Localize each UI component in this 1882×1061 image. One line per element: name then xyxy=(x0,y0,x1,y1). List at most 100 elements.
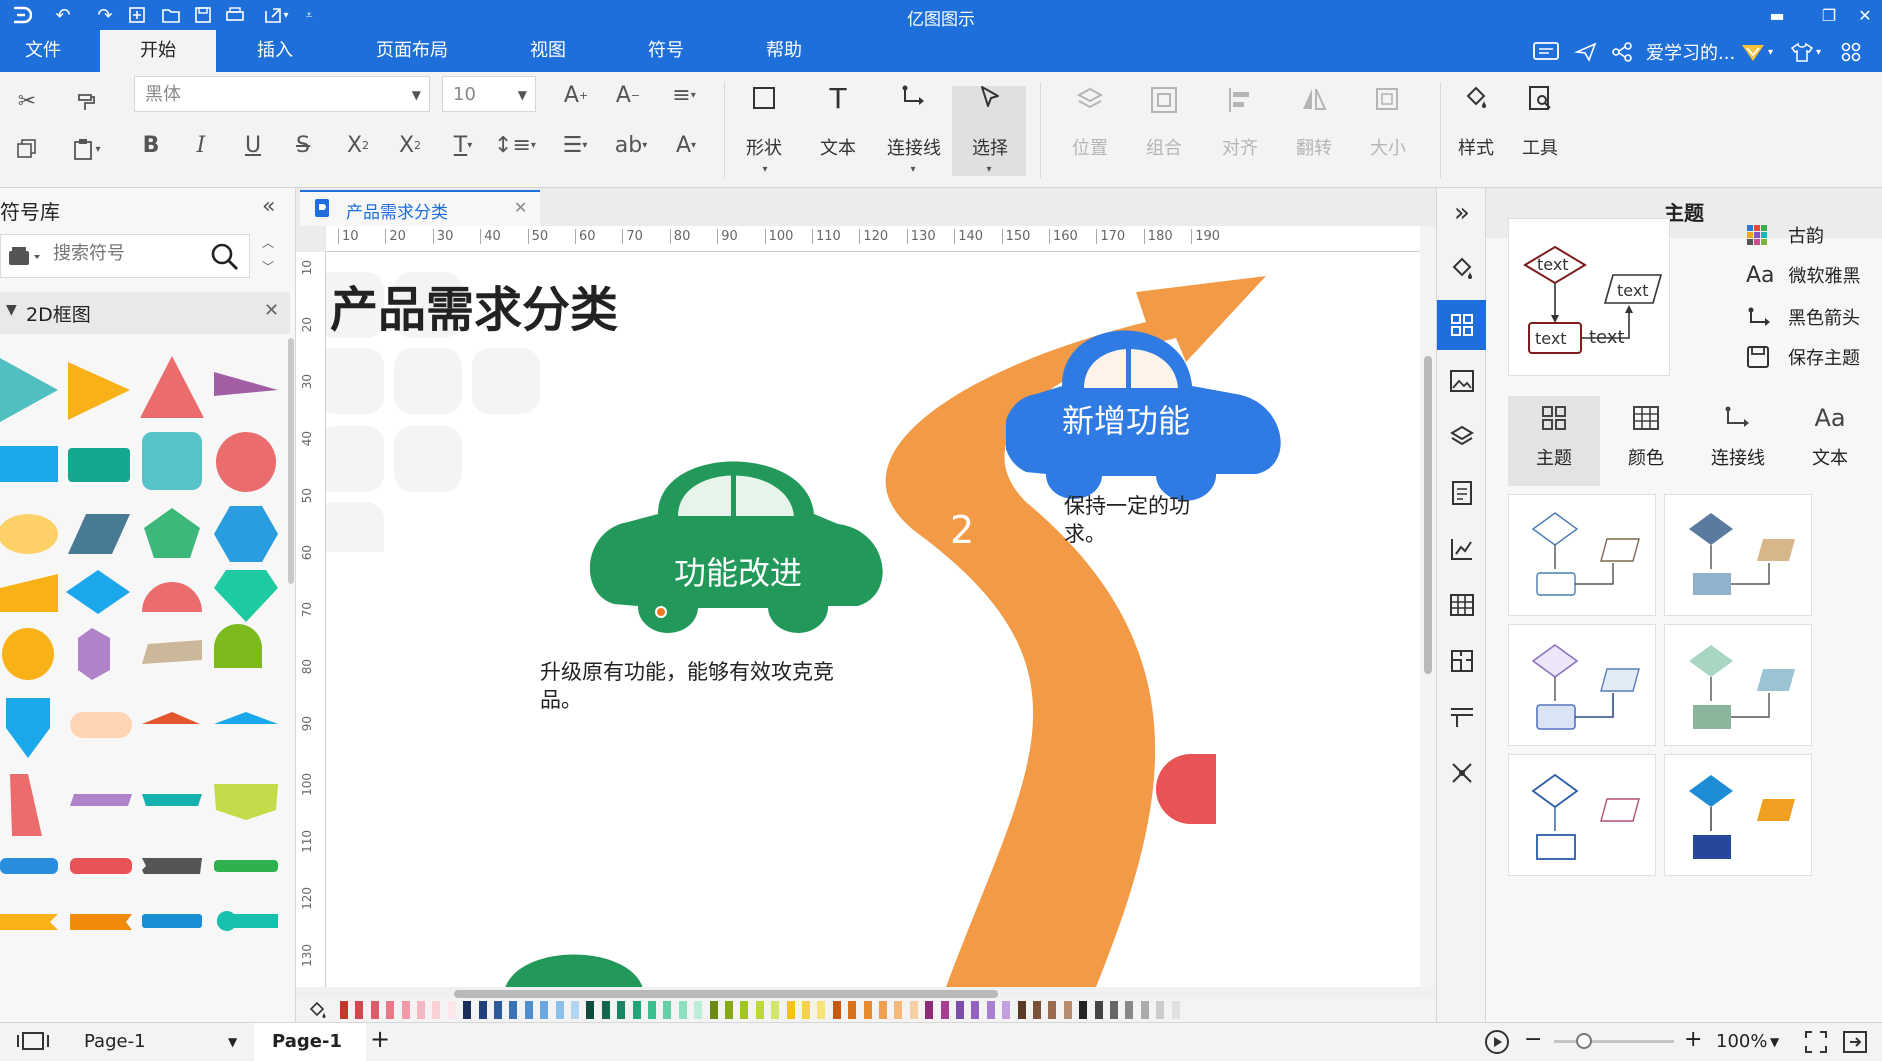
color-swatch[interactable] xyxy=(678,1001,687,1019)
zoom-in-icon[interactable]: + xyxy=(1684,1027,1702,1052)
color-swatch[interactable] xyxy=(463,1001,472,1019)
apps-grid-icon[interactable] xyxy=(1840,40,1862,64)
italic-icon[interactable]: I xyxy=(184,128,218,162)
tab-theme[interactable]: 主题 xyxy=(1508,396,1600,486)
color-swatch[interactable] xyxy=(555,1001,564,1019)
fill-style-icon[interactable] xyxy=(1437,244,1487,294)
flip-label[interactable]: 翻转 xyxy=(1276,134,1352,160)
color-swatch[interactable] xyxy=(1017,1001,1026,1019)
font-color-icon[interactable]: A ▾ xyxy=(664,128,708,162)
theme-thumbnail[interactable] xyxy=(1508,624,1656,746)
color-swatch[interactable] xyxy=(648,1001,656,1019)
color-swatch[interactable] xyxy=(401,1001,410,1019)
color-swatch[interactable] xyxy=(1140,1001,1149,1019)
zoom-slider-track[interactable] xyxy=(1554,1040,1674,1043)
color-swatch[interactable] xyxy=(617,1001,626,1019)
zoom-level[interactable]: 100% xyxy=(1716,1031,1767,1052)
color-swatch[interactable] xyxy=(817,1001,826,1019)
position-label[interactable]: 位置 xyxy=(1052,134,1128,160)
font-size-select[interactable]: 10 ▼ xyxy=(442,76,536,112)
format-painter-icon[interactable] xyxy=(70,84,104,118)
text-case-icon[interactable]: ab ▾ xyxy=(606,128,656,162)
connector-tool-label[interactable]: 连接线 xyxy=(876,134,952,160)
menu-view[interactable]: 视图 xyxy=(508,30,588,72)
shape-tool-label[interactable]: 形状 xyxy=(726,134,802,160)
color-swatch[interactable] xyxy=(1079,1001,1088,1019)
color-swatch[interactable] xyxy=(1094,1001,1103,1019)
text-tool-label[interactable]: 文本 xyxy=(800,134,876,160)
table-icon[interactable] xyxy=(1437,580,1487,630)
color-swatch[interactable] xyxy=(709,1001,718,1019)
color-swatch[interactable] xyxy=(956,1001,964,1019)
color-swatch[interactable] xyxy=(1156,1001,1165,1019)
superscript-icon[interactable]: X2 xyxy=(338,128,378,162)
color-swatch[interactable] xyxy=(1125,1001,1134,1019)
menu-page-layout[interactable]: 页面布局 xyxy=(352,30,472,72)
zoom-slider-handle[interactable] xyxy=(1576,1033,1592,1049)
color-swatch[interactable] xyxy=(663,1001,672,1019)
fill-bucket-icon[interactable] xyxy=(308,1000,328,1024)
presentation-icon[interactable] xyxy=(1437,692,1487,742)
theme-thumbnail[interactable] xyxy=(1664,624,1812,746)
color-swatch[interactable] xyxy=(524,1001,533,1019)
theme-option-classic[interactable]: 古韵 xyxy=(1746,220,1824,250)
color-swatch[interactable] xyxy=(909,1001,918,1019)
strikethrough-icon[interactable]: S xyxy=(286,128,320,162)
tools-label[interactable]: 工具 xyxy=(1502,134,1578,160)
color-swatch[interactable] xyxy=(1033,1001,1041,1019)
mindmap-icon[interactable] xyxy=(1437,748,1487,798)
group-icon[interactable] xyxy=(1144,80,1184,120)
page-icon[interactable] xyxy=(1437,468,1487,518)
green-car-description[interactable]: 升级原有功能，能够有效攻克竞品。 xyxy=(540,658,840,714)
color-swatch[interactable] xyxy=(971,1001,980,1019)
search-icon[interactable] xyxy=(209,241,241,277)
theme-thumbnail[interactable] xyxy=(1508,754,1656,876)
color-swatch[interactable] xyxy=(925,1001,934,1019)
chart-icon[interactable] xyxy=(1437,524,1487,574)
color-swatch[interactable] xyxy=(509,1001,518,1019)
color-swatch[interactable] xyxy=(848,1001,857,1019)
image-icon[interactable] xyxy=(1437,356,1487,406)
underline-icon[interactable]: U xyxy=(236,128,270,162)
tab-connector[interactable]: 连接线 xyxy=(1692,396,1784,486)
play-icon[interactable] xyxy=(1484,1029,1510,1059)
flip-icon[interactable] xyxy=(1294,80,1334,120)
color-swatch[interactable] xyxy=(632,1001,641,1019)
theme-thumbnail[interactable] xyxy=(1664,754,1812,876)
color-swatch[interactable] xyxy=(601,1001,610,1019)
horizontal-scroll-thumb[interactable] xyxy=(454,990,998,998)
size-label[interactable]: 大小 xyxy=(1350,134,1426,160)
vertical-scroll-thumb[interactable] xyxy=(1424,356,1432,674)
menu-insert[interactable]: 插入 xyxy=(230,30,320,72)
send-icon[interactable] xyxy=(1574,40,1598,64)
user-name[interactable]: 爱学习的... xyxy=(1646,40,1735,64)
search-input[interactable] xyxy=(53,243,203,264)
tab-color[interactable]: 颜色 xyxy=(1600,396,1692,486)
copy-icon[interactable] xyxy=(10,132,44,166)
floor-plan-icon[interactable] xyxy=(1437,636,1487,686)
color-swatch[interactable] xyxy=(586,1001,595,1019)
color-swatch[interactable] xyxy=(755,1001,764,1019)
font-name-select[interactable]: 黑体 ▼ xyxy=(134,76,430,112)
color-swatch[interactable] xyxy=(355,1001,364,1019)
color-swatch[interactable] xyxy=(370,1001,379,1019)
chevron-down-icon[interactable]: ▼ xyxy=(228,1035,237,1049)
shape-tool-icon[interactable] xyxy=(744,78,784,118)
green-car-shape[interactable] xyxy=(588,434,888,644)
page-selector[interactable]: Page-1 xyxy=(84,1031,146,1052)
page-view-icon[interactable] xyxy=(16,1029,50,1057)
group-label[interactable]: 组合 xyxy=(1126,134,1202,160)
menu-symbol[interactable]: 符号 xyxy=(626,30,706,72)
decrease-font-icon[interactable]: A − xyxy=(610,78,646,112)
minimize-button[interactable]: ▬ xyxy=(1754,0,1800,30)
color-swatch[interactable] xyxy=(986,1001,995,1019)
color-swatch[interactable] xyxy=(417,1001,425,1019)
color-swatch[interactable] xyxy=(1171,1001,1180,1019)
menu-help[interactable]: 帮助 xyxy=(744,30,824,72)
color-swatch[interactable] xyxy=(740,1001,749,1019)
bold-icon[interactable]: B xyxy=(134,128,168,162)
theme-thumbnail[interactable] xyxy=(1508,494,1656,616)
color-swatch[interactable] xyxy=(940,1001,949,1019)
color-swatch[interactable] xyxy=(863,1001,872,1019)
library-menu-icon[interactable] xyxy=(7,245,43,267)
